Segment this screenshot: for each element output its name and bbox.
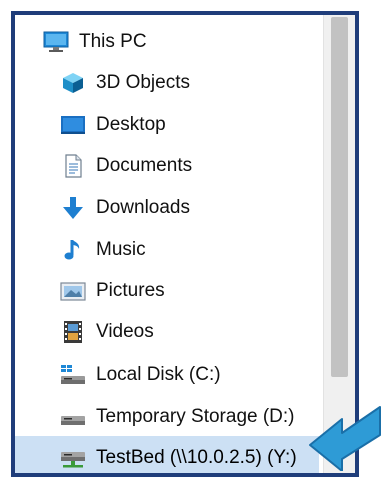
nav-item-downloads[interactable]: Downloads	[15, 188, 319, 228]
callout-arrow-icon	[309, 406, 381, 471]
nav-item-testbed[interactable]: TestBed (\\10.0.2.5) (Y:)	[15, 436, 319, 473]
nav-item-documents[interactable]: Documents	[15, 146, 319, 186]
desktop-icon	[60, 113, 86, 137]
nav-item-label: This PC	[79, 31, 147, 52]
nav-item-label: Music	[96, 239, 146, 260]
nav-item-label: Temporary Storage (D:)	[96, 406, 295, 427]
nav-item-label: Local Disk (C:)	[96, 364, 221, 385]
pictures-icon	[60, 279, 86, 303]
nav-item-music[interactable]: Music	[15, 230, 319, 270]
3d-objects-icon	[60, 71, 86, 95]
nav-item-local-disk[interactable]: Local Disk (C:)	[15, 355, 319, 395]
nav-item-3d-objects[interactable]: 3D Objects	[15, 63, 319, 103]
local-disk-icon	[60, 363, 86, 387]
nav-item-label: Documents	[96, 155, 193, 176]
nav-item-label: 3D Objects	[96, 72, 190, 93]
network-drive-icon	[60, 446, 86, 470]
nav-item-desktop[interactable]: Desktop	[15, 105, 319, 145]
pc-icon	[43, 30, 69, 54]
nav-item-videos[interactable]: Videos	[15, 312, 319, 352]
nav-item-pictures[interactable]: Pictures	[15, 271, 319, 311]
nav-item-label: Downloads	[96, 197, 190, 218]
nav-item-label: Desktop	[96, 114, 166, 135]
drive-icon	[60, 405, 86, 429]
downloads-icon	[60, 196, 86, 220]
scrollbar-thumb[interactable]	[331, 17, 348, 377]
nav-item-label: Videos	[96, 321, 154, 342]
nav-item-temporary-storage[interactable]: Temporary Storage (D:)	[15, 397, 319, 437]
videos-icon	[60, 320, 86, 344]
music-icon	[60, 238, 86, 262]
nav-item-label: TestBed (\\10.0.2.5) (Y:)	[96, 447, 297, 468]
navigation-tree: This PC 3D Objects Desktop Documents Dow…	[15, 15, 319, 473]
nav-item-label: Pictures	[96, 280, 165, 301]
nav-item-this-pc[interactable]: This PC	[15, 22, 319, 62]
documents-icon	[60, 154, 86, 178]
